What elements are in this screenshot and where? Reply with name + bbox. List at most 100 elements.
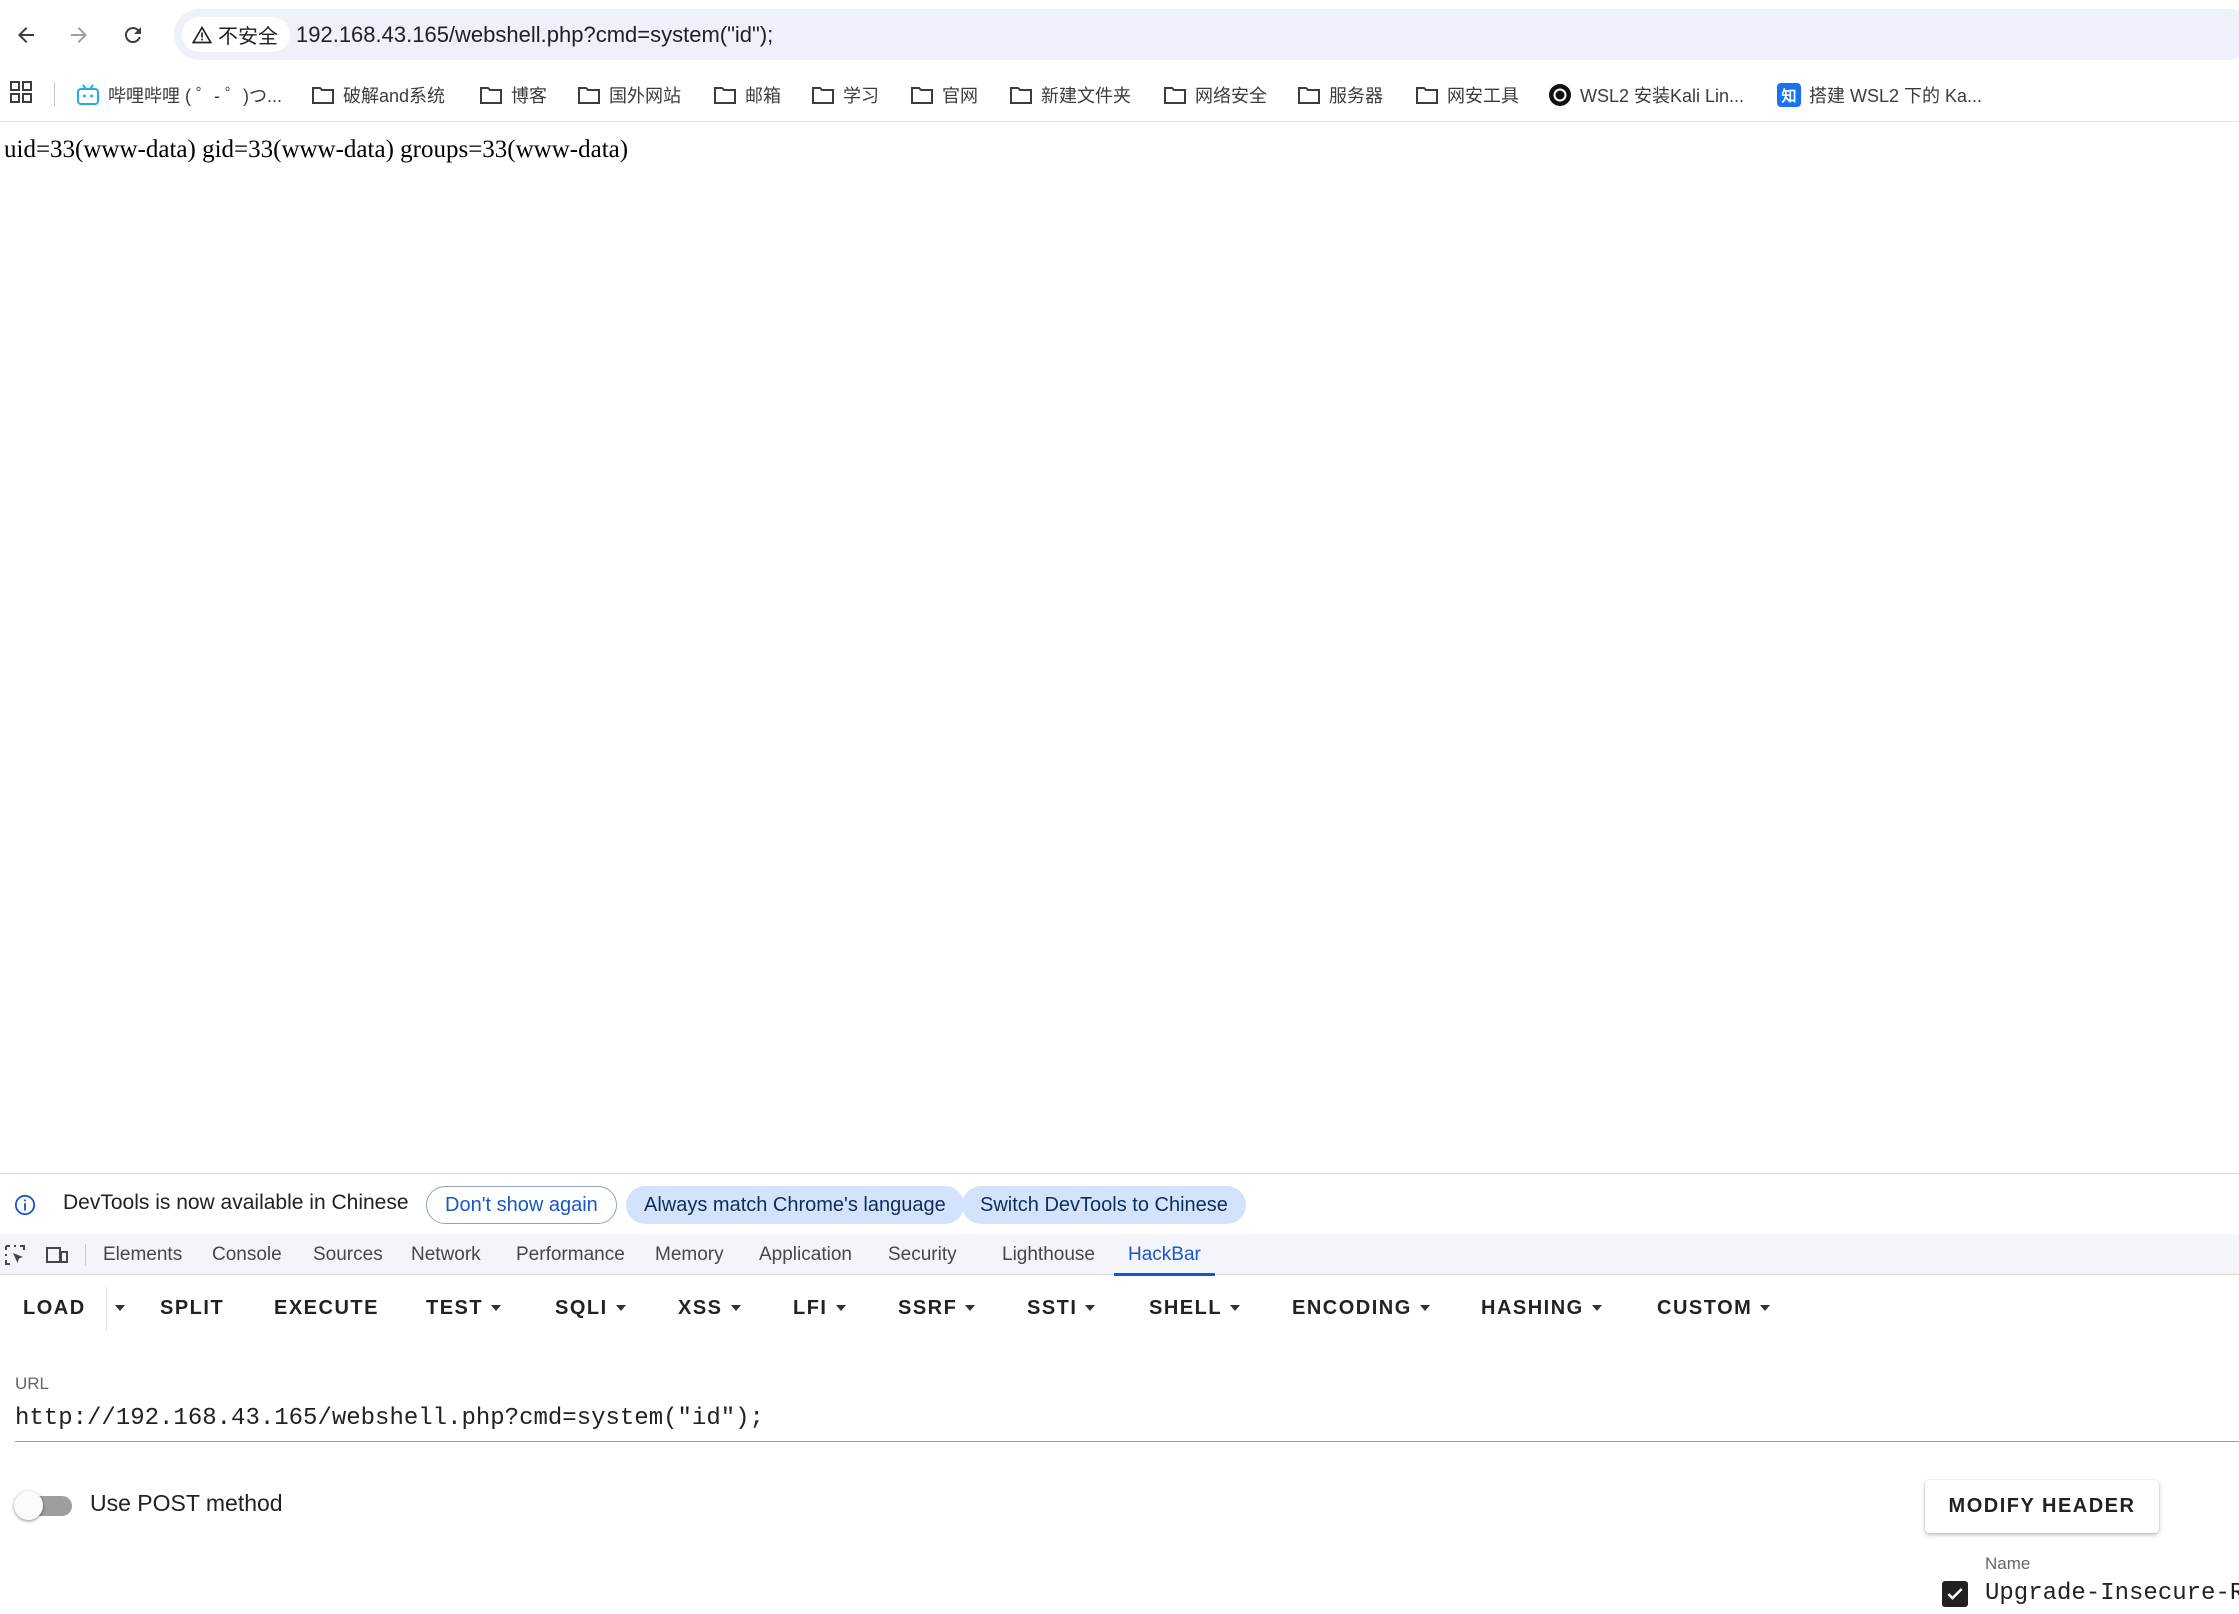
load-divider xyxy=(106,1287,107,1331)
hashing-menu-button[interactable]: HASHING xyxy=(1481,1289,1602,1327)
folder-icon xyxy=(1164,87,1186,104)
tabbar-divider xyxy=(85,1244,86,1266)
execute-label: EXECUTE xyxy=(274,1296,379,1319)
ssrf-menu-button[interactable]: SSRF xyxy=(898,1289,976,1327)
split-button[interactable]: SPLIT xyxy=(160,1289,224,1327)
address-bar[interactable]: 不安全 192.168.43.165/webshell.php?cmd=syst… xyxy=(174,9,2239,60)
bookmark-label: 破解and系统 xyxy=(343,86,446,106)
tab-application[interactable]: Application xyxy=(759,1234,852,1275)
bookmark-folder[interactable]: 国外网站 xyxy=(577,78,681,112)
modify-header-button[interactable]: MODIFY HEADER xyxy=(1925,1480,2159,1533)
apps-grid-icon[interactable] xyxy=(9,80,33,104)
tab-elements[interactable]: Elements xyxy=(103,1234,182,1275)
lfi-menu-button[interactable]: LFI xyxy=(793,1289,846,1327)
dont-show-again-button[interactable]: Don't show again xyxy=(426,1186,617,1224)
bookmarks-divider xyxy=(54,82,55,106)
hashing-label: HASHING xyxy=(1481,1296,1584,1319)
inspect-element-icon[interactable] xyxy=(3,1243,27,1267)
bilibili-icon xyxy=(77,84,99,105)
bookmark-label: 网安工具 xyxy=(1447,86,1519,106)
caret-down-icon xyxy=(1230,1305,1241,1311)
tab-network[interactable]: Network xyxy=(411,1234,481,1275)
bookmark-folder[interactable]: 服务器 xyxy=(1297,78,1383,112)
toggle-thumb xyxy=(14,1491,43,1520)
execute-button[interactable]: EXECUTE xyxy=(274,1289,379,1327)
tab-security[interactable]: Security xyxy=(888,1234,957,1275)
header-name-value[interactable]: Upgrade-Insecure-Requests xyxy=(1985,1580,2239,1607)
ssti-menu-button[interactable]: SSTI xyxy=(1027,1289,1096,1327)
tab-lighthouse[interactable]: Lighthouse xyxy=(1002,1234,1095,1275)
caret-down-icon xyxy=(615,1305,626,1311)
bookmark-folder[interactable]: 博客 xyxy=(479,78,547,112)
xss-menu-button[interactable]: XSS xyxy=(678,1289,741,1327)
tab-hackbar[interactable]: HackBar xyxy=(1114,1234,1215,1276)
zhihu-icon: 知 xyxy=(1777,83,1801,107)
devtools-tabbar: Elements Console Sources Network Perform… xyxy=(0,1234,2239,1276)
tab-performance[interactable]: Performance xyxy=(516,1234,625,1275)
bookmark-folder[interactable]: 网安工具 xyxy=(1415,78,1519,112)
bookmark-label: 学习 xyxy=(843,86,879,106)
custom-label: CUSTOM xyxy=(1657,1296,1753,1319)
back-arrow-icon xyxy=(18,27,34,43)
devtools-language-infobar: DevTools is now available in Chinese Don… xyxy=(0,1174,2239,1234)
load-label: LOAD xyxy=(23,1296,86,1319)
folder-icon xyxy=(1010,87,1032,104)
bookmark-folder[interactable]: 网络安全 xyxy=(1163,78,1267,112)
caret-down-icon xyxy=(1419,1305,1430,1311)
caret-down-icon xyxy=(965,1305,976,1311)
encoding-label: ENCODING xyxy=(1292,1296,1412,1319)
split-label: SPLIT xyxy=(160,1296,225,1319)
sqli-label: SQLI xyxy=(555,1296,608,1319)
folder-icon xyxy=(1298,87,1320,104)
folder-icon xyxy=(578,87,600,104)
info-icon xyxy=(14,1194,36,1216)
always-match-language-button[interactable]: Always match Chrome's language xyxy=(626,1186,964,1224)
bookmark-folder[interactable]: 邮箱 xyxy=(713,78,781,112)
tab-sources[interactable]: Sources xyxy=(313,1234,383,1275)
tab-memory[interactable]: Memory xyxy=(655,1234,724,1275)
url-field-label: URL xyxy=(15,1374,50,1393)
security-label: 不安全 xyxy=(218,26,278,48)
warning-icon xyxy=(192,25,212,43)
bookmark-folder[interactable]: 破解and系统 xyxy=(311,78,445,112)
bookmark-label: 博客 xyxy=(511,86,547,106)
header-enabled-checkbox[interactable] xyxy=(1942,1581,1968,1607)
bookmark-label: 网络安全 xyxy=(1195,86,1267,106)
bookmark-folder[interactable]: 官网 xyxy=(910,78,978,112)
sqli-menu-button[interactable]: SQLI xyxy=(555,1289,626,1327)
encoding-menu-button[interactable]: ENCODING xyxy=(1292,1289,1430,1327)
bookmark-folder[interactable]: 新建文件夹 xyxy=(1009,78,1131,112)
bookmark-item[interactable]: 哔哩哔哩 ( ゜- ゜)つ... xyxy=(76,78,282,112)
custom-menu-button[interactable]: CUSTOM xyxy=(1657,1289,1771,1327)
bookmark-item[interactable]: WSL2 安装Kali Lin... xyxy=(1548,78,1744,112)
folder-icon xyxy=(714,87,736,104)
bookmark-label: 官网 xyxy=(942,86,978,106)
shell-menu-button[interactable]: SHELL xyxy=(1149,1289,1241,1327)
folder-icon xyxy=(1416,87,1438,104)
caret-down-icon xyxy=(730,1305,741,1311)
xss-label: XSS xyxy=(678,1296,723,1319)
bookmark-folder[interactable]: 学习 xyxy=(811,78,879,112)
back-button[interactable] xyxy=(5,14,47,56)
bookmark-item[interactable]: 知 搭建 WSL2 下的 Ka... xyxy=(1777,78,1982,112)
shell-label: SHELL xyxy=(1149,1296,1223,1319)
load-button[interactable]: LOAD xyxy=(23,1289,86,1327)
security-chip[interactable]: 不安全 xyxy=(182,17,290,52)
caret-down-icon xyxy=(835,1305,846,1311)
url-input[interactable] xyxy=(15,1396,2239,1442)
reload-button[interactable] xyxy=(112,14,154,56)
tab-console[interactable]: Console xyxy=(212,1234,282,1275)
device-toolbar-icon[interactable] xyxy=(45,1243,69,1267)
bookmark-label: WSL2 安装Kali Lin... xyxy=(1580,86,1745,106)
test-menu-button[interactable]: TEST xyxy=(426,1289,502,1327)
switch-to-chinese-button[interactable]: Switch DevTools to Chinese xyxy=(962,1186,1246,1224)
test-label: TEST xyxy=(426,1296,484,1319)
post-method-toggle[interactable] xyxy=(14,1490,72,1520)
load-options-button[interactable] xyxy=(115,1289,125,1327)
ssti-label: SSTI xyxy=(1027,1296,1078,1319)
hackbar-toolbar: LOAD SPLIT EXECUTE TEST SQLI XSS LFI SSR… xyxy=(0,1275,2239,1341)
address-text[interactable]: 192.168.43.165/webshell.php?cmd=system("… xyxy=(296,22,773,48)
forward-button[interactable] xyxy=(58,14,100,56)
github-icon xyxy=(1549,84,1571,106)
caret-down-icon xyxy=(1760,1305,1771,1311)
